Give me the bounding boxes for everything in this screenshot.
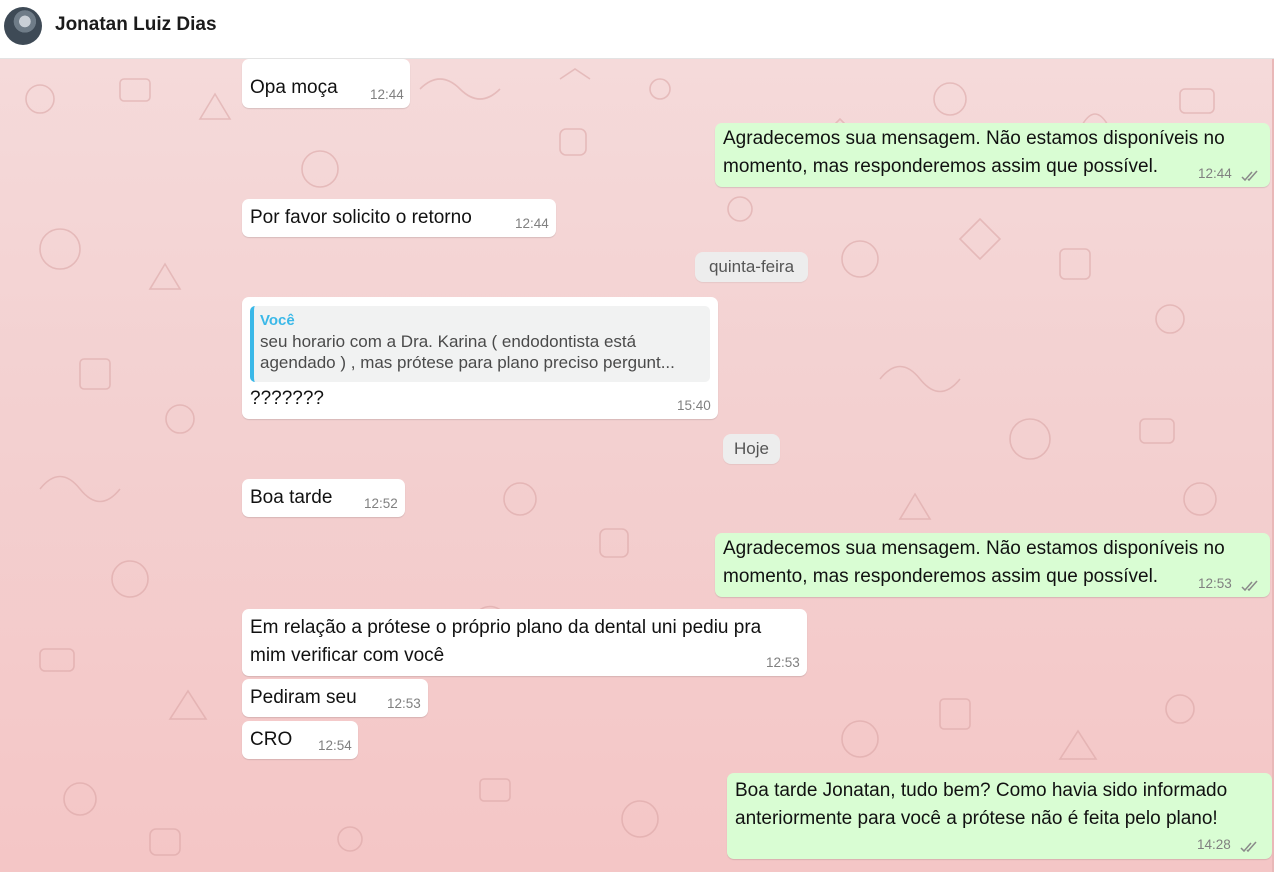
message-text-line1: Agradecemos sua mensagem. Não estamos di…	[723, 538, 1225, 559]
message-text-line1: Agradecemos sua mensagem. Não estamos di…	[723, 128, 1225, 149]
chat-header: Jonatan Luiz Dias	[0, 0, 1274, 59]
message-time: 12:53	[387, 696, 421, 711]
incoming-message[interactable]: Por favor solicito o retorno 12:44	[242, 199, 556, 237]
message-time: 12:53	[766, 655, 800, 670]
incoming-message[interactable]: Em relação a prótese o próprio plano da …	[242, 609, 807, 676]
message-text: Pediram seu	[250, 687, 357, 708]
message-time: 12:44	[1198, 166, 1232, 181]
incoming-reply-message[interactable]: Você seu horario com a Dra. Karina ( end…	[242, 297, 718, 419]
message-text: Boa tarde	[250, 487, 333, 508]
double-check-icon	[1241, 170, 1258, 182]
quoted-author: Você	[260, 312, 295, 329]
message-text: Por favor solicito o retorno	[250, 207, 472, 228]
message-time: 14:28	[1197, 837, 1231, 852]
incoming-message[interactable]: Opa moça 12:44	[242, 59, 410, 108]
quoted-message[interactable]: Você seu horario com a Dra. Karina ( end…	[250, 306, 710, 382]
message-time: 15:40	[677, 398, 711, 413]
day-separator: Hoje	[723, 434, 780, 464]
contact-name[interactable]: Jonatan Luiz Dias	[55, 14, 217, 36]
outgoing-message[interactable]: Agradecemos sua mensagem. Não estamos di…	[715, 533, 1270, 597]
message-text-line2: momento, mas responderemos assim que pos…	[723, 156, 1159, 177]
message-text-line2: momento, mas responderemos assim que pos…	[723, 566, 1159, 587]
message-text-line1: Boa tarde Jonatan, tudo bem? Como havia …	[735, 780, 1228, 801]
message-time: 12:52	[364, 496, 398, 511]
contact-avatar[interactable]	[4, 7, 42, 45]
quoted-text-line1: seu horario com a Dra. Karina ( endodont…	[260, 332, 637, 351]
incoming-message[interactable]: CRO 12:54	[242, 721, 358, 759]
outgoing-message[interactable]: Agradecemos sua mensagem. Não estamos di…	[715, 123, 1270, 187]
message-text-line1: Em relação a prótese o próprio plano da …	[250, 617, 762, 638]
quoted-text-line2: agendado ) , mas prótese para plano prec…	[260, 353, 675, 372]
message-text: ???????	[250, 388, 324, 409]
incoming-message[interactable]: Boa tarde 12:52	[242, 479, 405, 517]
message-time: 12:44	[370, 87, 404, 102]
double-check-icon	[1241, 580, 1258, 592]
message-time: 12:44	[515, 216, 549, 231]
double-check-icon	[1240, 841, 1257, 853]
outgoing-message[interactable]: Boa tarde Jonatan, tudo bem? Como havia …	[727, 773, 1272, 859]
message-text: Opa moça	[250, 77, 338, 98]
message-text: CRO	[250, 729, 293, 750]
message-text-line2: mim verificar com você	[250, 645, 445, 666]
message-time: 12:53	[1198, 576, 1232, 591]
chat-message-area[interactable]: Opa moça 12:44 Agradecemos sua mensagem.…	[0, 59, 1274, 872]
message-text-line2: anteriormente para você a prótese não é …	[735, 808, 1218, 829]
incoming-message[interactable]: Pediram seu 12:53	[242, 679, 428, 717]
day-separator: quinta-feira	[695, 252, 808, 282]
message-time: 12:54	[318, 738, 352, 753]
